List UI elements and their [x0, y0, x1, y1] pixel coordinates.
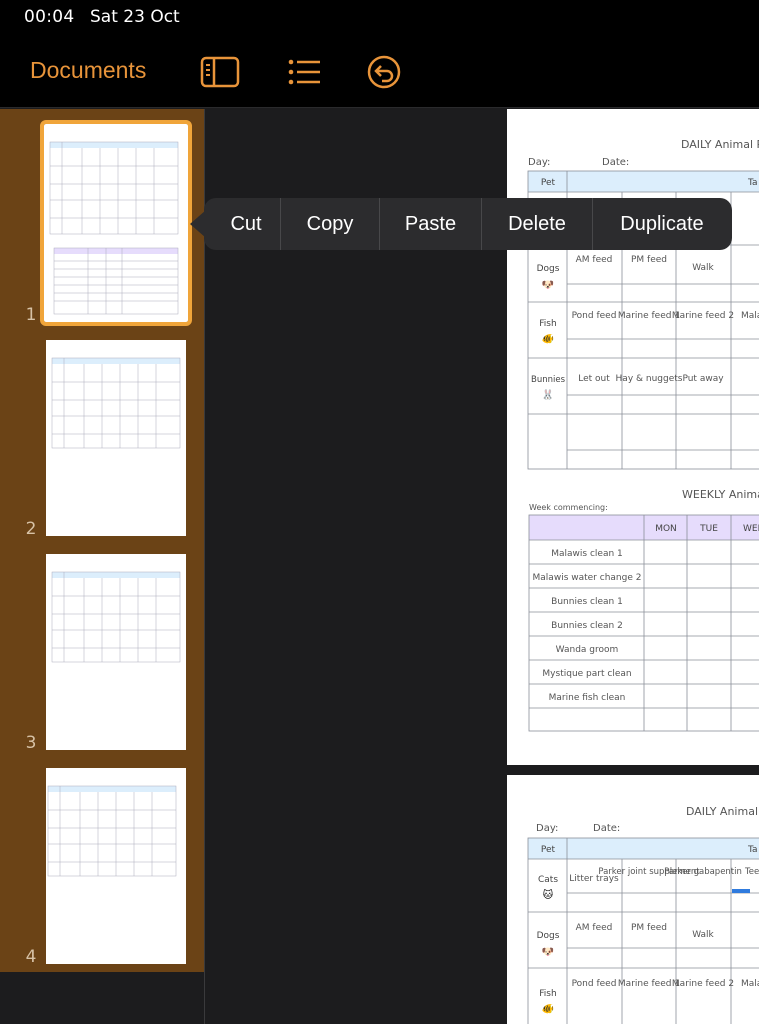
dog-emoji: 🐶	[542, 280, 554, 291]
pet-bunnies: Bunnies	[531, 375, 566, 385]
task-dogs-1: AM feed	[576, 255, 613, 265]
weekly-task-6: Mystique part clean	[542, 669, 631, 679]
task-fish-1-p2: Pond feed	[572, 979, 617, 989]
page-thumbnail-2[interactable]	[46, 340, 186, 536]
task-header-2: Ta	[747, 845, 758, 855]
task-bunnies-1: Let out	[578, 374, 610, 384]
cat-emoji: 🐱	[543, 889, 554, 901]
page-number-3: 3	[25, 733, 37, 753]
date-label-2: Date:	[593, 823, 620, 834]
context-menu: Cut Copy Paste Delete Duplicate	[204, 198, 732, 250]
sidebar-icon[interactable]	[200, 54, 240, 90]
day-wed: WED	[743, 524, 759, 534]
task-dogs-2-p2: PM feed	[631, 923, 667, 933]
task-fish-2-p2: Marine feed 1	[618, 979, 680, 989]
task-dogs-1-p2: AM feed	[576, 923, 613, 933]
documents-button[interactable]: Documents	[30, 57, 146, 84]
pet-header-2: Pet	[541, 845, 556, 855]
page-thumbnail-4[interactable]	[46, 768, 186, 964]
list-icon[interactable]	[284, 54, 324, 90]
page-thumbnail-1[interactable]	[40, 120, 192, 326]
day-label-2: Day:	[536, 823, 558, 834]
document-page-2[interactable]: DAILY Animal R Day: Date: Pet Ta Cats 🐱 …	[507, 775, 759, 1024]
undo-icon[interactable]	[364, 54, 404, 90]
status-time: 00:04	[24, 7, 75, 27]
weekly-title: WEEKLY Animal R	[682, 488, 759, 501]
delete-menu-item[interactable]: Delete	[482, 198, 592, 250]
sidebar-footer	[0, 972, 204, 1024]
pet-fish-2: Fish	[539, 989, 556, 999]
status-date: Sat 23 Oct	[90, 7, 180, 27]
day-mon: MON	[655, 524, 677, 534]
task-cats-3: Parker gabapentin	[664, 867, 742, 877]
weekly-task-4: Bunnies clean 2	[551, 621, 623, 631]
toolbar: Documents	[0, 36, 759, 108]
task-dogs-3: Walk	[692, 263, 714, 273]
week-commencing-label: Week commencing:	[529, 503, 608, 512]
task-fish-3-p2: Marine feed 2	[672, 979, 734, 989]
weekly-task-7: Marine fish clean	[549, 693, 626, 703]
task-fish-2: Marine feed 1	[618, 311, 680, 321]
page-number-4: 4	[25, 947, 37, 967]
task-fish-4: Mala fe	[741, 311, 759, 321]
weekly-task-5: Wanda groom	[556, 645, 619, 655]
status-bar: 00:04 Sat 23 Oct	[0, 0, 759, 36]
pet-fish: Fish	[539, 319, 556, 329]
paste-menu-item[interactable]: Paste	[380, 198, 481, 250]
fish-emoji-2: 🐠	[542, 1003, 554, 1015]
sidebar-divider	[204, 109, 205, 1024]
task-dogs-3-p2: Walk	[692, 930, 714, 940]
day-tue: TUE	[699, 524, 718, 534]
task-fish-1: Pond feed	[572, 311, 617, 321]
fish-emoji: 🐠	[542, 333, 554, 345]
pages-app: { "status": {"time": "00:04", "date": "S…	[0, 0, 759, 1024]
day-label: Day:	[528, 157, 550, 168]
page-number-1: 1	[25, 305, 37, 325]
duplicate-menu-item[interactable]: Duplicate	[593, 198, 731, 250]
task-cats-4: Tee clea	[744, 867, 759, 877]
weekly-task-1: Malawis clean 1	[551, 549, 623, 559]
task-bunnies-3: Put away	[682, 374, 724, 384]
pet-dogs-2: Dogs	[537, 931, 560, 941]
copy-menu-item[interactable]: Copy	[281, 198, 379, 250]
pet-header: Pet	[541, 178, 556, 188]
cut-menu-item[interactable]: Cut	[212, 198, 280, 250]
weekly-task-2: Malawis water change 2	[533, 573, 642, 583]
pet-dogs: Dogs	[537, 264, 560, 274]
task-fish-4-p2: Mala fe	[741, 979, 759, 989]
daily-title-2: DAILY Animal R	[686, 805, 759, 818]
task-bunnies-2: Hay & nuggets	[616, 374, 683, 384]
daily-title: DAILY Animal R	[681, 138, 759, 151]
task-fish-3: Marine feed 2	[672, 311, 734, 321]
page-thumbnail-3[interactable]	[46, 554, 186, 750]
pet-cats: Cats	[538, 875, 558, 885]
weekly-task-3: Bunnies clean 1	[551, 597, 623, 607]
page-number-2: 2	[25, 519, 37, 539]
bunny-emoji: 🐰	[542, 388, 554, 401]
task-header: Ta	[747, 178, 758, 188]
dog-emoji-2: 🐶	[542, 947, 554, 958]
task-dogs-2: PM feed	[631, 255, 667, 265]
date-label: Date:	[602, 157, 629, 168]
